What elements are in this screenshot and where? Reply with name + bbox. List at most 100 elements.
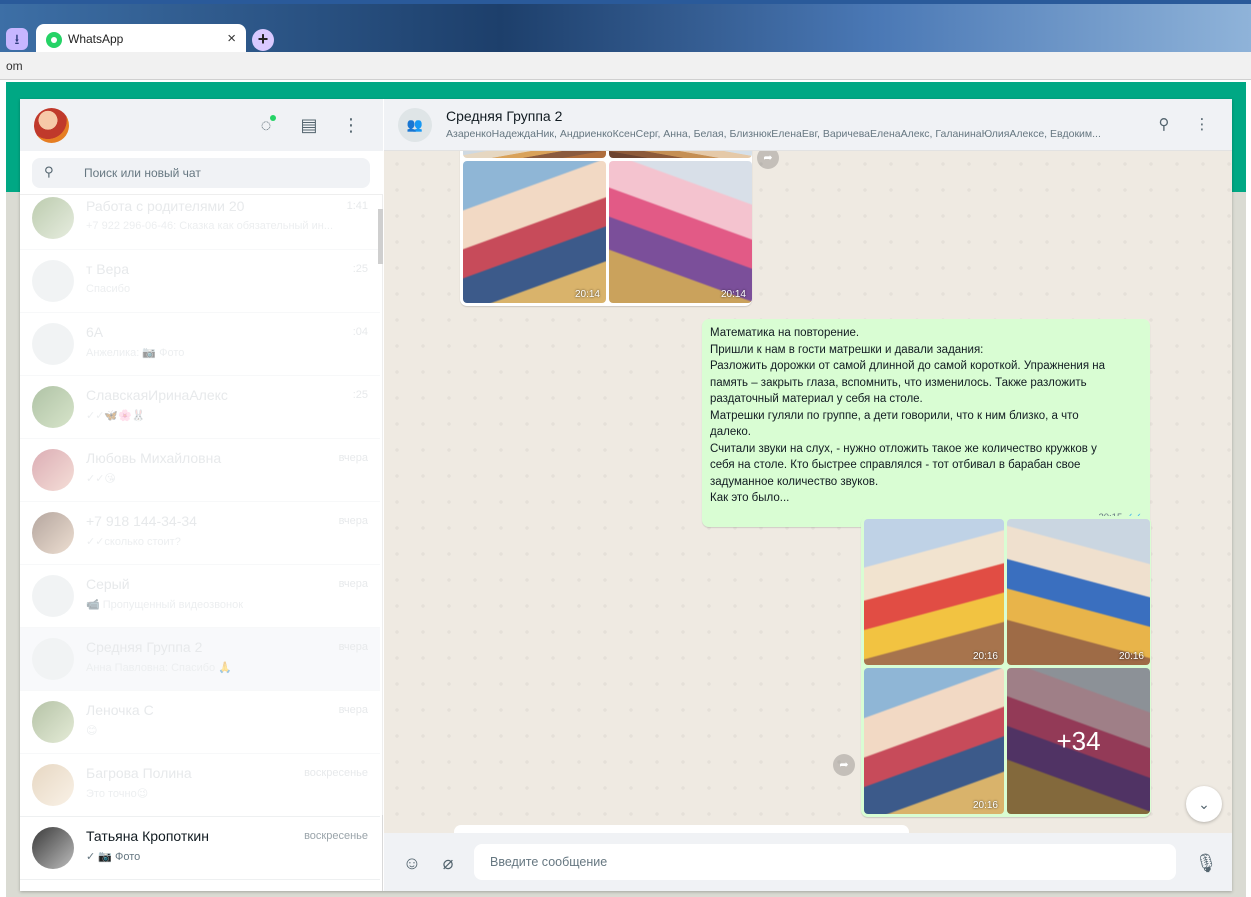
outgoing-text-message[interactable]: Математика на повторение. Пришли к нам в… <box>702 319 1150 527</box>
chat-item-tatyana[interactable]: Татьяна Кропоткин воскресенье ✓ 📷 Фото <box>20 817 380 880</box>
message-line: далеко. <box>710 426 751 438</box>
photo-time: 20:16 <box>972 651 998 662</box>
message-line: Как это было... <box>710 492 790 504</box>
chat-name: Леночка С <box>86 702 154 718</box>
message-line: раздаточный материал у себя на столе. <box>710 393 923 405</box>
photo-thumbnail[interactable]: 20:16 <box>864 668 1004 814</box>
conversation-members: АзаренкоНадеждаНик, АндриенкоКсенСерг, А… <box>446 128 1101 140</box>
chat-time: вчера <box>338 578 368 590</box>
chat-name: 6А <box>86 324 104 340</box>
microphone-icon[interactable]: 🎙 <box>1194 851 1218 875</box>
address-bar[interactable]: om <box>0 52 1251 80</box>
chat-name: Средняя Группа 2 <box>86 639 203 655</box>
chat-item-lyubov[interactable]: Любовь Михайловна вчера ✓✓😘 <box>20 439 380 502</box>
chat-preview: 😊 <box>86 725 98 737</box>
search-input[interactable] <box>84 164 354 182</box>
chat-preview: ✓✓😘 <box>86 473 116 485</box>
message-line: память – закрыть глаза, вспомнить, что и… <box>710 376 1087 389</box>
chat-preview: Это точно😉 <box>86 788 149 800</box>
photo-thumbnail-more[interactable]: +34 <box>1007 668 1150 814</box>
chat-item-6a[interactable]: 6А :04 Анжелика: 📷 Фото <box>20 313 380 376</box>
emoji-icon[interactable]: ☺ <box>400 851 424 875</box>
message-line: Пришли к нам в гости матрешки и давали з… <box>710 343 984 356</box>
message-line: себя на столе. Кто быстрее справлялся - … <box>710 459 1081 471</box>
avatar <box>32 386 74 428</box>
status-icon[interactable]: ◌ <box>254 113 278 137</box>
avatar <box>32 575 74 617</box>
chat-item-sery[interactable]: Серый вчера 📹 Пропущенный видеозвонок <box>20 565 380 628</box>
outgoing-photo-album[interactable]: 20:16 20:16 20:16 +34 <box>861 516 1151 817</box>
chat-time: :04 <box>352 326 368 338</box>
photo-time: 20:14 <box>574 289 600 300</box>
chat-preview: Анжелика: 📷 Фото <box>86 347 185 359</box>
conversation-header[interactable]: 👥 Средняя Группа 2 АзаренкоНадеждаНик, А… <box>384 99 1232 151</box>
attach-icon[interactable]: ⌀ <box>436 851 460 875</box>
chat-preview: Анна Павловна: Спасибо 🙏 <box>86 662 232 674</box>
chat-item-bagrova[interactable]: Багрова Полина воскресенье Это точно😉 <box>20 754 380 817</box>
chat-time: вчера <box>338 452 368 464</box>
message-line: задуманное количество звуков. <box>710 475 879 488</box>
group-avatar-icon <box>32 323 74 365</box>
sidebar: ◌ ▤ ⋮ ⚲ Работа с родителями 20 1:41 +7 9… <box>20 99 383 891</box>
chat-item-slavskaya[interactable]: СлавскаяИринаАлекс :25 ✓✓🦋🌸🐰 <box>20 376 380 439</box>
photo-thumbnail[interactable] <box>609 151 752 158</box>
chat-item-vera[interactable]: т Вера :25 Спасибо <box>20 250 380 313</box>
chat-list: Работа с родителями 20 1:41 +7 922 296-0… <box>20 195 383 891</box>
chat-name: Татьяна Кропоткин <box>86 828 209 844</box>
photo-time: 20:16 <box>972 800 998 811</box>
search-box[interactable]: ⚲ <box>32 158 370 188</box>
chat-item-work-parents[interactable]: Работа с родителями 20 1:41 +7 922 296-0… <box>20 195 380 250</box>
chat-item-lenochka[interactable]: Леночка С вчера 😊 <box>20 691 380 754</box>
sidebar-scrollbar[interactable] <box>378 209 383 264</box>
chat-preview: ✓✓🦋🌸🐰 <box>86 410 146 422</box>
photo-time: 20:14 <box>720 289 746 300</box>
scroll-down-button[interactable]: ⌄ <box>1186 786 1222 822</box>
incoming-photo-album[interactable]: 20:14 20:14 <box>460 151 752 306</box>
photo-thumbnail[interactable]: 20:16 <box>1007 519 1150 665</box>
avatar <box>32 827 74 869</box>
photo-thumbnail[interactable]: 20:16 <box>864 519 1004 665</box>
search-icon[interactable]: ⚲ <box>1154 115 1174 135</box>
more-photos-count: +34 <box>1007 668 1150 814</box>
chat-time: воскресенье <box>304 767 368 779</box>
whatsapp-app: ◌ ▤ ⋮ ⚲ Работа с родителями 20 1:41 +7 9… <box>20 99 1232 891</box>
new-tab-button[interactable]: + <box>252 29 274 51</box>
message-composer: ☺ ⌀ 🎙 <box>384 833 1232 891</box>
my-avatar[interactable] <box>34 108 69 143</box>
chat-preview: ✓ 📷 Фото <box>86 851 141 863</box>
menu-icon[interactable]: ⋮ <box>339 113 363 137</box>
message-line: Математика на повторение. <box>710 327 860 339</box>
avatar <box>32 764 74 806</box>
chat-preview: ✓✓сколько стоит? <box>86 536 181 548</box>
avatar <box>32 701 74 743</box>
photo-thumbnail[interactable]: 20:14 <box>609 161 752 303</box>
conversation-panel: 👥 Средняя Группа 2 АзаренкоНадеждаНик, А… <box>384 99 1232 891</box>
chat-name: СлавскаяИринаАлекс <box>86 387 228 403</box>
sidebar-header: ◌ ▤ ⋮ <box>20 99 383 151</box>
chat-name: +7 918 144-34-34 <box>86 513 197 529</box>
chat-preview: Спасибо <box>86 283 131 295</box>
close-tab-icon[interactable]: × <box>227 30 236 47</box>
address-text: om <box>6 59 23 73</box>
photo-time: 20:16 <box>1118 651 1144 662</box>
chat-item-srednyaya-gruppa[interactable]: Средняя Группа 2 вчера Анна Павловна: Сп… <box>20 628 380 691</box>
chat-name: т Вера <box>86 261 129 277</box>
chat-time: вчера <box>338 515 368 527</box>
chat-time: воскресенье <box>304 830 368 842</box>
chat-preview: +7 922 296-06-46: Сказка как обязательны… <box>86 220 334 232</box>
message-area[interactable]: 20:14 20:14 ➦ Математика на повторение. … <box>384 151 1232 833</box>
chat-time: :25 <box>352 263 368 275</box>
photo-thumbnail[interactable] <box>463 151 606 158</box>
chat-name: Любовь Михайловна <box>86 450 222 466</box>
photo-thumbnail[interactable]: 20:14 <box>463 161 606 303</box>
forward-icon[interactable]: ➦ <box>833 754 855 776</box>
chat-item-phone[interactable]: +7 918 144-34-34 вчера ✓✓сколько стоит? <box>20 502 380 565</box>
message-input[interactable] <box>474 844 1176 880</box>
avatar <box>32 449 74 491</box>
download-icon[interactable]: ⭳ <box>6 28 28 50</box>
forward-icon[interactable]: ➦ <box>757 151 779 169</box>
menu-icon[interactable]: ⋮ <box>1192 115 1212 135</box>
chat-time: 1:41 <box>346 200 368 212</box>
new-chat-icon[interactable]: ▤ <box>297 113 321 137</box>
group-avatar-icon[interactable]: 👥 <box>398 108 432 142</box>
